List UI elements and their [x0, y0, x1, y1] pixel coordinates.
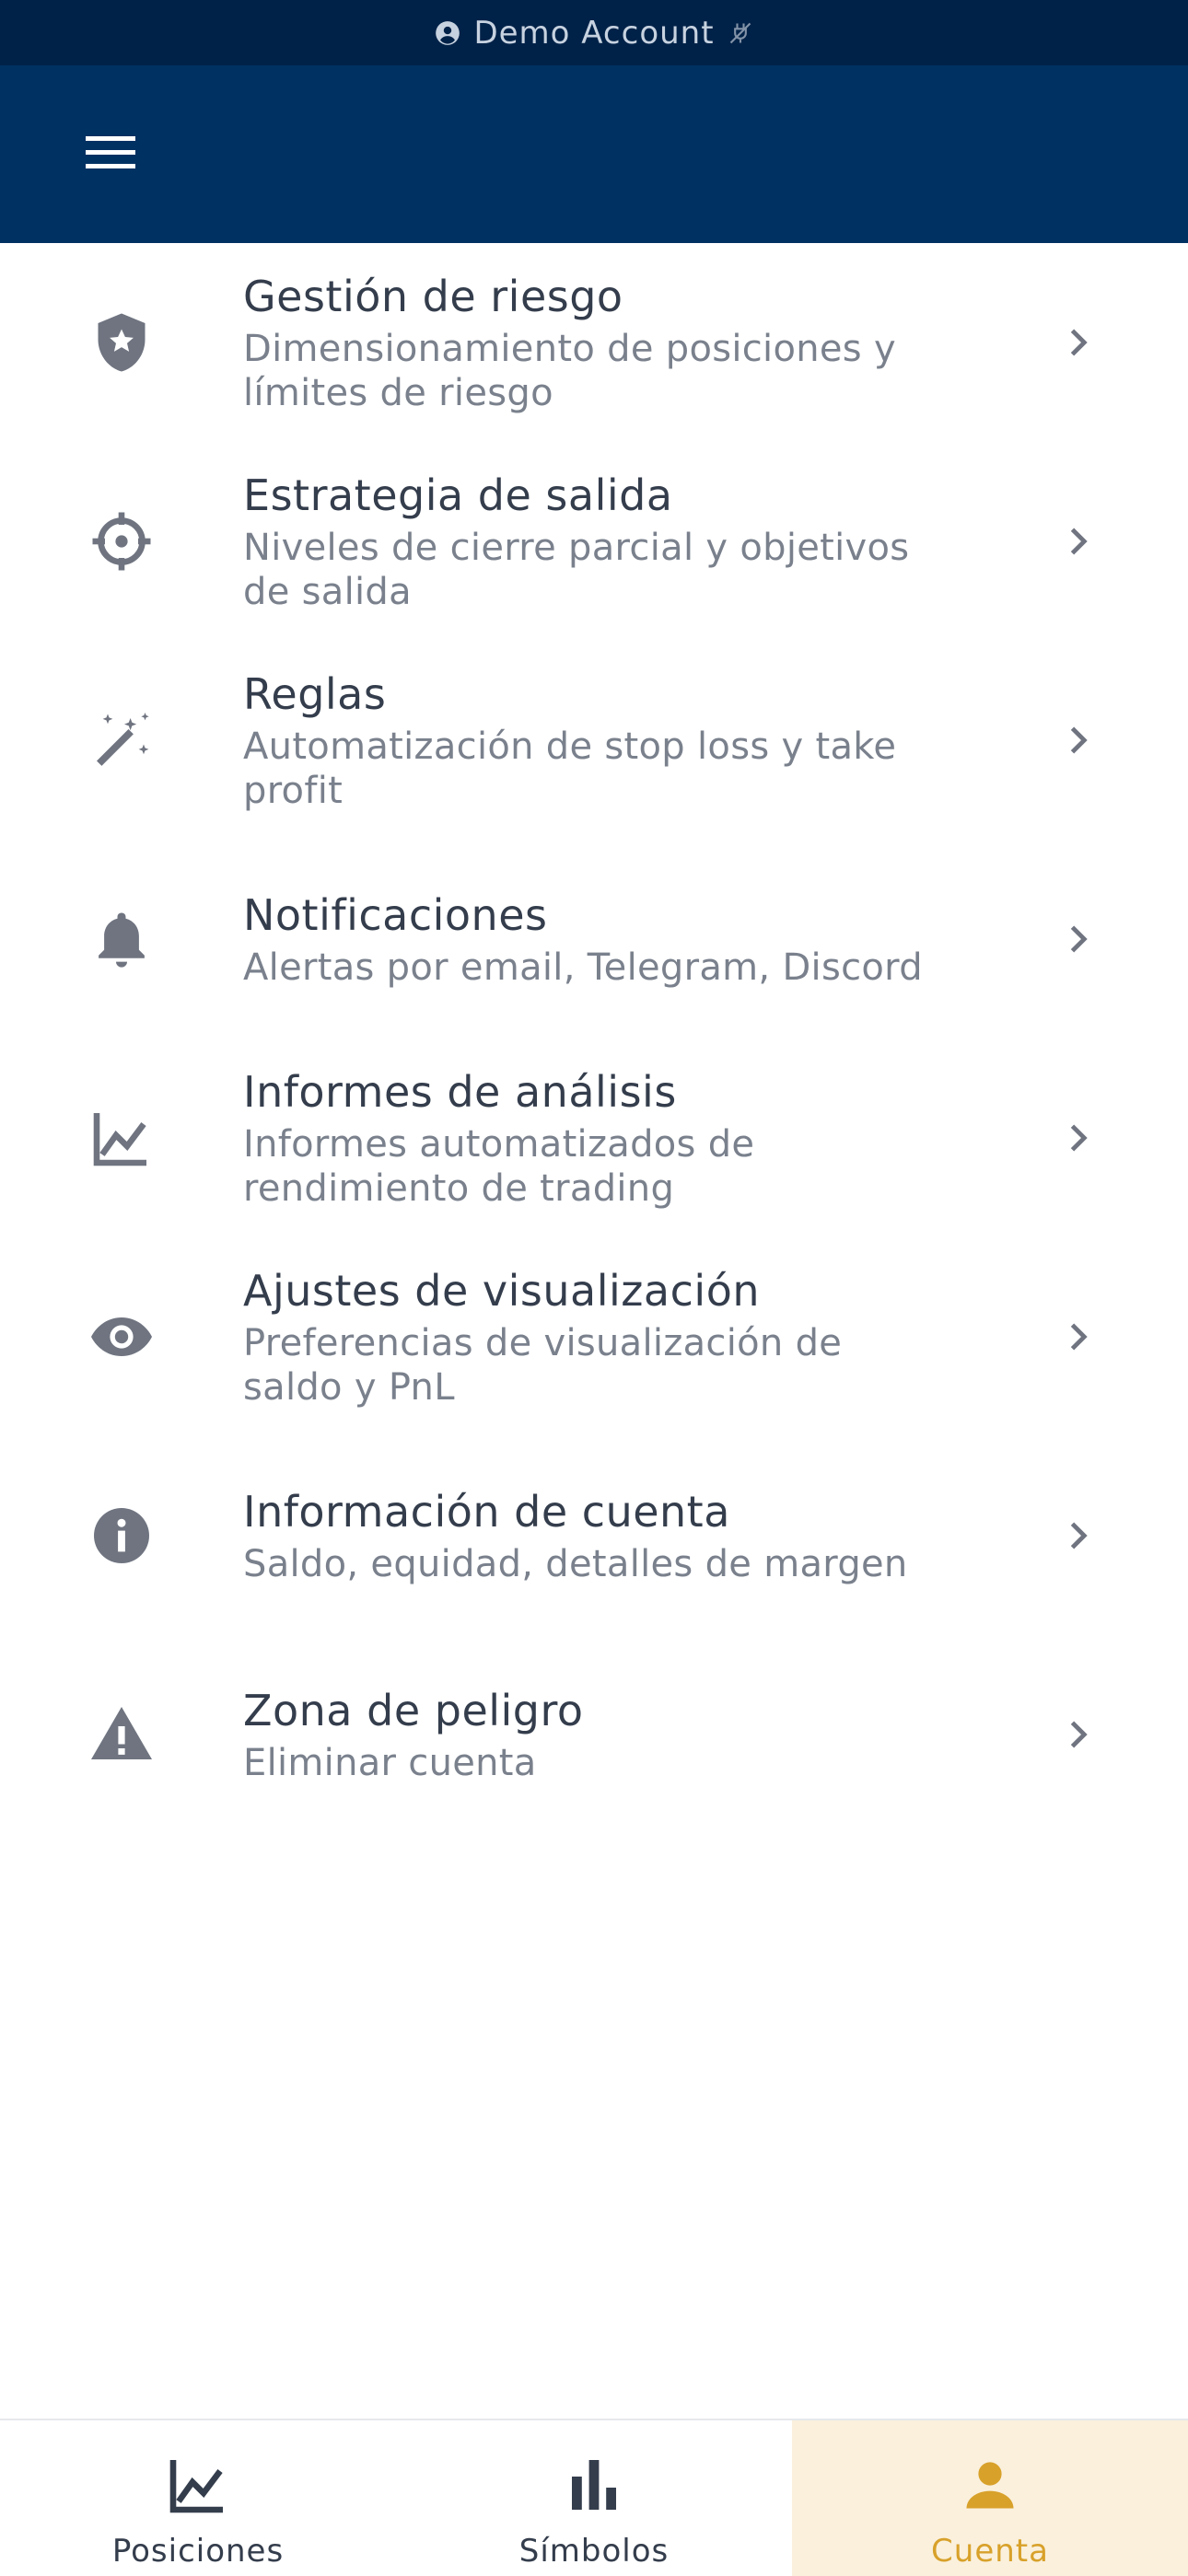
menu-item-analysis-reports[interactable]: Informes de análisis Informes automatiza…: [0, 1039, 1188, 1237]
menu-item-risk-management[interactable]: Gestión de riesgo Dimensionamiento de po…: [0, 243, 1188, 442]
eye-icon: [91, 1317, 152, 1356]
menu-item-title: Ajustes de visualización: [243, 1266, 760, 1316]
menu-item-title: Gestión de riesgo: [243, 272, 623, 321]
menu-item-subtitle: Dimensionamiento de posiciones y límites…: [243, 328, 896, 414]
tab-label: Cuenta: [931, 2533, 1049, 2570]
app-header: [0, 65, 1188, 243]
menu-item-title: Zona de peligro: [243, 1686, 584, 1735]
magic-wand-icon: [97, 713, 149, 766]
menu-item-notifications[interactable]: Notificaciones Alertas por email, Telegr…: [0, 840, 1188, 1039]
chevron-right-icon: [1070, 1522, 1088, 1549]
menu-item-title: Información de cuenta: [243, 1487, 730, 1537]
chevron-right-icon: [1070, 1721, 1088, 1748]
tab-account[interactable]: Cuenta: [792, 2420, 1188, 2576]
person-icon: [966, 2462, 1014, 2509]
menu-item-display-settings[interactable]: Ajustes de visualización Preferencias de…: [0, 1237, 1188, 1436]
tab-label: Símbolos: [518, 2533, 670, 2570]
info-icon: [94, 1508, 149, 1563]
chevron-right-icon: [1070, 1124, 1088, 1152]
chevron-right-icon: [1070, 329, 1088, 356]
menu-button[interactable]: [74, 121, 147, 185]
menu-item-title: Informes de análisis: [243, 1067, 677, 1117]
shield-star-icon: [98, 313, 146, 372]
bar-chart-icon: [572, 2460, 616, 2510]
warning-icon: [91, 1707, 152, 1759]
bottom-nav: Posiciones Símbolos Cuenta: [0, 2419, 1188, 2576]
menu-item-title: Estrategia de salida: [243, 470, 673, 520]
crosshair-icon: [92, 512, 151, 571]
menu-item-subtitle: Alertas por email, Telegram, Discord: [243, 946, 923, 989]
disconnected-icon: [729, 22, 751, 43]
menu-item-account-info[interactable]: Información de cuenta Saldo, equidad, de…: [0, 1436, 1188, 1635]
menu-item-danger-zone[interactable]: Zona de peligro Eliminar cuenta: [0, 1635, 1188, 1834]
line-chart-icon: [169, 2460, 223, 2513]
menu-item-subtitle: Saldo, equidad, detalles de margen: [243, 1543, 908, 1585]
chevron-right-icon: [1070, 726, 1088, 754]
menu-item-subtitle: Automatización de stop loss y take profi…: [243, 725, 897, 812]
chevron-right-icon: [1070, 925, 1088, 953]
menu-item-rules[interactable]: Reglas Automatización de stop loss y tak…: [0, 641, 1188, 840]
tab-symbols[interactable]: Símbolos: [396, 2420, 792, 2576]
menu-item-subtitle: Informes automatizados de rendimiento de…: [243, 1123, 755, 1210]
account-circle-icon: [436, 20, 460, 45]
line-chart-icon: [93, 1113, 146, 1166]
hamburger-menu-icon: [86, 136, 135, 168]
menu-item-subtitle: Preferencias de visualización de saldo y…: [243, 1322, 843, 1409]
chevron-right-icon: [1070, 1323, 1088, 1351]
tab-label: Posiciones: [111, 2533, 285, 2570]
menu-item-subtitle: Niveles de cierre parcial y objetivos de…: [243, 527, 910, 613]
menu-item-subtitle: Eliminar cuenta: [243, 1742, 537, 1784]
menu-item-title: Notificaciones: [243, 890, 548, 940]
menu-item-exit-strategy[interactable]: Estrategia de salida Niveles de cierre p…: [0, 442, 1188, 641]
account-label: Demo Account: [473, 14, 715, 52]
status-bar: Demo Account: [0, 0, 1188, 65]
bell-icon: [99, 912, 145, 968]
menu-item-title: Reglas: [243, 669, 387, 719]
tab-positions[interactable]: Posiciones: [0, 2420, 396, 2576]
chevron-right-icon: [1070, 528, 1088, 555]
